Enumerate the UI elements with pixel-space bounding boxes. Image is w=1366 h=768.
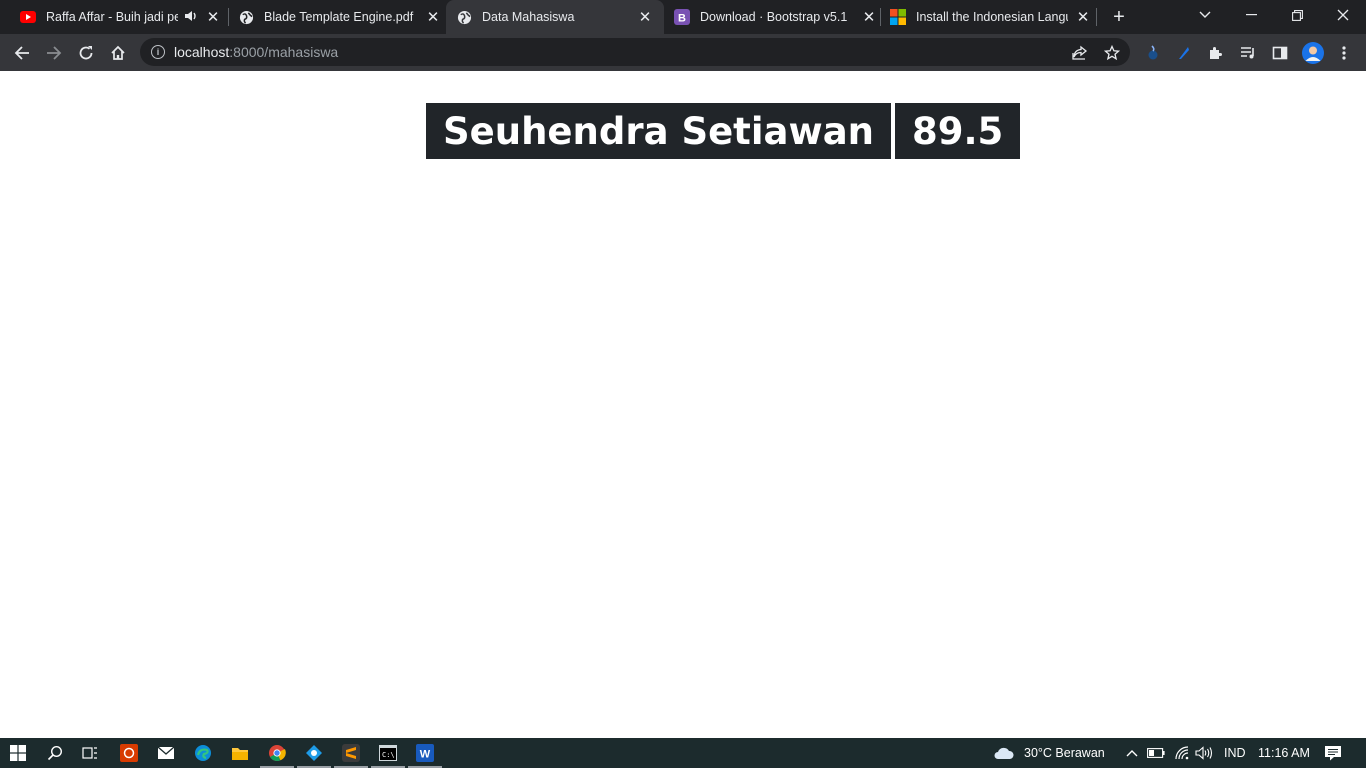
tab-title: Data Mahasiswa <box>482 10 575 24</box>
input-language[interactable]: IND <box>1224 746 1246 760</box>
svg-text:W: W <box>420 749 431 761</box>
tab-strip: Raffa Affar - Buih jadi per ✕ Blade Temp… <box>0 0 1366 34</box>
site-info-icon[interactable]: i <box>151 45 165 59</box>
avatar[interactable] <box>1302 42 1324 64</box>
notification-center-icon[interactable] <box>1322 742 1344 764</box>
tab-data-mahasiswa[interactable]: Data Mahasiswa ✕ <box>446 0 664 34</box>
youtube-icon <box>20 9 36 25</box>
bookmark-star-icon[interactable] <box>1104 45 1120 61</box>
share-icon[interactable] <box>1072 45 1088 61</box>
close-icon[interactable]: ✕ <box>1074 8 1092 26</box>
tab-microsoft[interactable]: Install the Indonesian Langua ✕ <box>882 0 1092 34</box>
tab-divider <box>880 8 881 26</box>
task-view-icon[interactable] <box>79 742 101 764</box>
tab-title: Install the Indonesian Langua <box>916 10 1068 24</box>
chevron-up-icon[interactable] <box>1121 742 1143 764</box>
mail-icon[interactable] <box>155 742 177 764</box>
tab-youtube[interactable]: Raffa Affar - Buih jadi per ✕ <box>12 0 222 34</box>
student-table-row: Seuhendra Setiawan 89.5 <box>426 103 1021 159</box>
tab-title: Blade Template Engine.pdf <box>264 10 414 24</box>
volume-icon[interactable] <box>1193 742 1215 764</box>
vscode-like-app-icon[interactable] <box>297 742 331 768</box>
speaker-icon[interactable] <box>184 10 198 25</box>
svg-text:C:\: C:\ <box>382 751 395 759</box>
clock-time[interactable]: 11:16 AM <box>1258 746 1310 760</box>
file-explorer-icon[interactable] <box>229 742 251 764</box>
page-content: Seuhendra Setiawan 89.5 <box>0 71 1366 738</box>
extensions-puzzle-icon[interactable] <box>1208 45 1224 61</box>
tab-pdf[interactable]: Blade Template Engine.pdf ✕ <box>230 0 442 34</box>
windows-start-icon[interactable] <box>7 742 29 764</box>
edge-browser-icon[interactable] <box>192 742 214 764</box>
forward-button[interactable] <box>40 39 68 67</box>
command-prompt-icon[interactable]: C:\ <box>371 742 405 768</box>
extension-2-icon[interactable] <box>1176 45 1192 61</box>
office-app-icon[interactable] <box>118 742 140 764</box>
sublime-text-icon[interactable] <box>334 742 368 768</box>
home-button[interactable] <box>104 39 132 67</box>
address-bar[interactable]: i localhost:8000/mahasiswa <box>140 38 1130 66</box>
microsoft-icon <box>890 9 906 25</box>
back-button[interactable] <box>8 39 36 67</box>
weather-text[interactable]: 30°C Berawan <box>1024 746 1105 760</box>
chrome-icon[interactable] <box>260 742 294 768</box>
taskbar: C:\ W 30°C Berawan IND 11:16 AM <box>0 738 1366 768</box>
globe-icon <box>238 9 254 25</box>
tab-title: Download · Bootstrap v5.1 <box>700 10 848 24</box>
url-host: localhost <box>174 44 230 60</box>
tab-divider <box>228 8 229 26</box>
wifi-icon[interactable] <box>1171 742 1193 764</box>
close-window-button[interactable] <box>1320 0 1366 30</box>
tab-bootstrap[interactable]: B Download · Bootstrap v5.1 ✕ <box>666 0 878 34</box>
tab-title: Raffa Affar - Buih jadi per <box>46 10 178 24</box>
close-icon[interactable]: ✕ <box>424 8 442 26</box>
tab-divider <box>1096 8 1097 26</box>
address-url: localhost:8000/mahasiswa <box>174 44 338 60</box>
side-panel-icon[interactable] <box>1272 45 1288 61</box>
globe-icon <box>456 9 472 25</box>
svg-text:B: B <box>678 13 686 25</box>
search-icon[interactable] <box>44 742 66 764</box>
restore-button[interactable] <box>1274 0 1320 30</box>
close-icon[interactable]: ✕ <box>204 8 222 26</box>
weather-cloud-icon[interactable] <box>993 742 1015 764</box>
bootstrap-icon: B <box>674 9 690 25</box>
student-name-cell: Seuhendra Setiawan <box>426 103 892 159</box>
word-icon[interactable]: W <box>408 742 442 768</box>
close-icon[interactable]: ✕ <box>636 8 654 26</box>
extension-1-icon[interactable] <box>1145 45 1161 61</box>
reload-button[interactable] <box>72 39 100 67</box>
student-score-cell: 89.5 <box>895 103 1021 159</box>
close-icon[interactable]: ✕ <box>860 8 878 26</box>
more-menu-icon[interactable] <box>1336 45 1352 61</box>
new-tab-button[interactable]: + <box>1108 6 1130 28</box>
url-path: :8000/mahasiswa <box>229 44 339 60</box>
media-playlist-icon[interactable] <box>1240 45 1256 61</box>
minimize-button[interactable] <box>1228 0 1274 30</box>
battery-icon[interactable] <box>1145 742 1167 764</box>
tab-search-chevron-icon[interactable] <box>1182 0 1228 30</box>
